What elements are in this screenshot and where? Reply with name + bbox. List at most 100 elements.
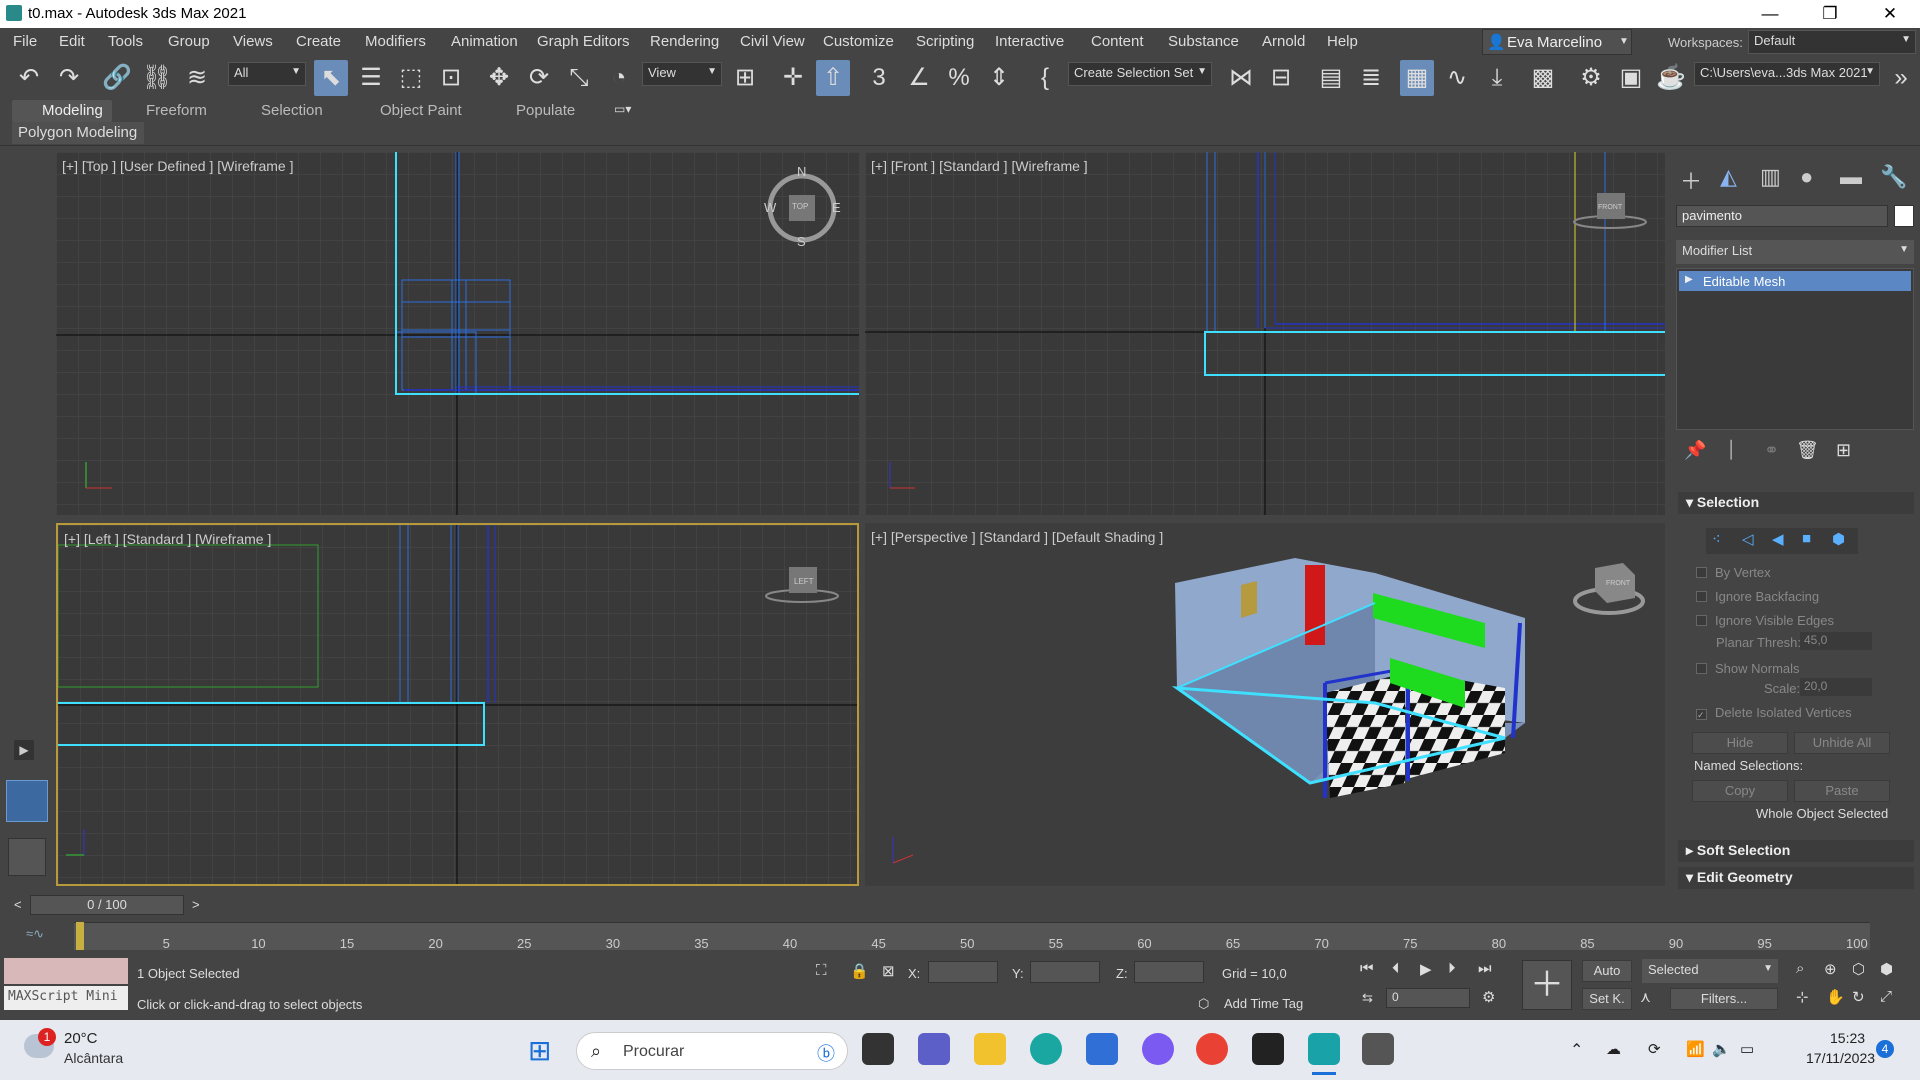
modify-tab-icon[interactable]: ◭: [1720, 164, 1737, 190]
edge-level-icon[interactable]: ◁: [1742, 530, 1754, 548]
time-tag-icon[interactable]: ⬡: [1198, 996, 1209, 1012]
delete-isolated-checkbox[interactable]: ✓ Delete Isolated Vertices: [1696, 705, 1852, 720]
viewport-left-label[interactable]: [+] [Left ] [Standard ] [Wireframe ]: [64, 531, 271, 547]
modifier-list-dropdown[interactable]: Modifier List ▼: [1676, 240, 1914, 264]
clock-date[interactable]: 17/11/2023: [1806, 1050, 1875, 1066]
keyboard-shortcut-toggle-icon[interactable]: ⇧: [816, 60, 850, 96]
project-folder-dropdown[interactable]: C:\Users\eva...3ds Max 2021 ▼: [1694, 62, 1880, 86]
viewcube-perspective[interactable]: FRONT: [1606, 580, 1630, 587]
menu-views[interactable]: Views: [233, 33, 273, 50]
viewcube-front[interactable]: FRONT: [1598, 204, 1622, 211]
curve-editor-icon[interactable]: ∿: [1440, 60, 1474, 96]
add-time-tag[interactable]: Add Time Tag: [1224, 996, 1303, 1011]
stack-item-editable-mesh[interactable]: ▶ Editable Mesh: [1679, 271, 1911, 291]
copilot-icon[interactable]: [1142, 1033, 1174, 1065]
ribbon-options-icon[interactable]: ▭▾: [614, 102, 631, 116]
create-selection-set-dropdown[interactable]: Create Selection Set ▼: [1068, 62, 1212, 86]
expand-layout-icon[interactable]: ▶: [14, 740, 34, 760]
play-icon[interactable]: ▶: [1420, 960, 1432, 978]
object-name-field[interactable]: pavimento: [1676, 205, 1888, 227]
microsoft-store-icon[interactable]: [1086, 1033, 1118, 1065]
ribbon-toggle-icon[interactable]: ▦: [1400, 60, 1434, 96]
ribbon-tab-modeling[interactable]: Modeling: [42, 102, 103, 119]
workspaces-dropdown[interactable]: Default ▼: [1748, 30, 1916, 54]
four-viewport-layout-icon[interactable]: [6, 780, 48, 822]
unlink-icon[interactable]: ⛓: [140, 60, 174, 96]
place-icon[interactable]: ◔: [602, 60, 636, 96]
rollout-selection[interactable]: ▾ Selection: [1678, 492, 1914, 514]
minimize-button[interactable]: —: [1740, 0, 1800, 28]
vertex-level-icon[interactable]: ⁖: [1712, 530, 1721, 548]
move-icon[interactable]: ✥: [482, 60, 516, 96]
ribbon-subpanel[interactable]: Polygon Modeling: [12, 122, 144, 144]
ignore-visible-edges-checkbox[interactable]: Ignore Visible Edges: [1696, 613, 1834, 628]
auto-key-button[interactable]: Auto: [1582, 960, 1632, 982]
viewport-front[interactable]: [+] [Front ] [Standard ] [Wireframe ] FR…: [865, 152, 1665, 515]
create-tab-icon[interactable]: ＋: [1680, 164, 1702, 196]
viewport-perspective-label[interactable]: [+] [Perspective ] [Standard ] [Default …: [871, 529, 1163, 545]
viewcube-top[interactable]: TOP: [792, 202, 808, 211]
element-level-icon[interactable]: ⬢: [1832, 530, 1845, 548]
next-frame-icon[interactable]: >: [192, 897, 200, 912]
orbit-icon[interactable]: ↻: [1852, 988, 1865, 1006]
angle-snap-icon[interactable]: ∠: [902, 60, 936, 96]
go-to-end-icon[interactable]: ⏭: [1478, 960, 1492, 977]
maximize-viewport-icon[interactable]: ⤢: [1880, 988, 1892, 1005]
menu-arnold[interactable]: Arnold: [1262, 33, 1305, 50]
snaps-toggle-icon[interactable]: 3: [862, 60, 896, 96]
polygon-level-icon[interactable]: ■: [1802, 530, 1811, 547]
toolbar-overflow-icon[interactable]: »: [1884, 60, 1918, 96]
menu-scripting[interactable]: Scripting: [916, 33, 974, 50]
edge-icon[interactable]: [1030, 1033, 1062, 1065]
x-coordinate-field[interactable]: [928, 961, 998, 983]
rendered-frame-window-icon[interactable]: ▣: [1614, 60, 1648, 96]
menu-graph-editors[interactable]: Graph Editors: [537, 33, 630, 50]
key-filter-dropdown[interactable]: Selected ▼: [1642, 959, 1778, 983]
copy-button[interactable]: Copy: [1692, 780, 1788, 802]
spinner-snap-icon[interactable]: ⇕: [982, 60, 1016, 96]
show-end-result-icon[interactable]: ⏐: [1726, 440, 1736, 461]
link-icon[interactable]: 🔗: [100, 60, 134, 96]
clock-time[interactable]: 15:23: [1830, 1030, 1865, 1046]
next-key-icon[interactable]: ⏵: [1448, 960, 1456, 977]
menu-group[interactable]: Group: [168, 33, 210, 50]
onedrive-icon[interactable]: ☁: [1606, 1040, 1621, 1058]
battery-icon[interactable]: ▭: [1740, 1040, 1754, 1058]
expand-icon[interactable]: ▶: [1685, 274, 1693, 285]
time-configuration-icon[interactable]: ⚙: [1482, 988, 1495, 1006]
utilities-tab-icon[interactable]: 🔧: [1880, 164, 1907, 190]
zoom-icon[interactable]: ⌕: [1796, 960, 1804, 977]
viewcube-left[interactable]: LEFT: [794, 577, 814, 586]
task-view-icon[interactable]: [862, 1033, 894, 1065]
zoom-extents-icon[interactable]: ⬡: [1852, 960, 1865, 978]
percent-snap-icon[interactable]: %: [942, 60, 976, 96]
y-coordinate-field[interactable]: [1030, 961, 1100, 983]
viewport-top-label[interactable]: [+] [Top ] [User Defined ] [Wireframe ]: [62, 158, 293, 174]
ribbon-tab-selection[interactable]: Selection: [261, 102, 323, 119]
zoom-extents-all-icon[interactable]: ⬢: [1880, 960, 1893, 978]
current-frame-spinner[interactable]: 0: [1386, 988, 1470, 1008]
menu-help[interactable]: Help: [1327, 33, 1358, 50]
maximize-button[interactable]: ❐: [1800, 0, 1860, 28]
menu-rendering[interactable]: Rendering: [650, 33, 719, 50]
menu-create[interactable]: Create: [296, 33, 341, 50]
undo-icon[interactable]: ↶: [12, 60, 46, 96]
search-box[interactable]: ⌕ Procurar ⓑ: [576, 1032, 848, 1070]
menu-interactive[interactable]: Interactive: [995, 33, 1064, 50]
object-color-swatch[interactable]: [1894, 205, 1914, 227]
field-of-view-icon[interactable]: ⊹: [1796, 988, 1809, 1006]
rollout-soft-selection[interactable]: ▸ Soft Selection: [1678, 840, 1914, 862]
make-unique-icon[interactable]: ⚭: [1764, 440, 1779, 461]
rollout-edit-geometry[interactable]: ▾ Edit Geometry: [1678, 867, 1914, 889]
time-slider[interactable]: 0 / 100: [30, 895, 184, 915]
viewport-top[interactable]: [+] [Top ] [User Defined ] [Wireframe ] …: [56, 152, 859, 515]
single-viewport-layout-icon[interactable]: [8, 838, 46, 876]
hierarchy-tab-icon[interactable]: ▥: [1760, 164, 1781, 190]
face-level-icon[interactable]: ◀: [1772, 530, 1784, 548]
viewport-perspective[interactable]: [+] [Perspective ] [Standard ] [Default …: [865, 523, 1665, 886]
menu-content[interactable]: Content: [1091, 33, 1144, 50]
viewport-front-label[interactable]: [+] [Front ] [Standard ] [Wireframe ]: [871, 158, 1088, 174]
notification-badge[interactable]: 4: [1876, 1040, 1894, 1058]
pin-stack-icon[interactable]: 📌: [1684, 440, 1706, 461]
zoom-all-icon[interactable]: ⊕: [1824, 960, 1837, 978]
